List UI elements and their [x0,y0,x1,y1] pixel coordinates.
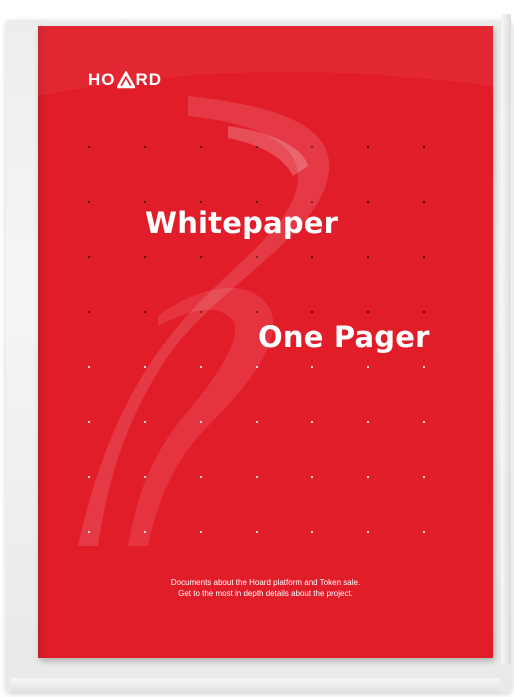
grid-dot [310,365,314,369]
logo-text-left: HO [88,70,116,89]
grid-dot [87,200,91,204]
description-line-1: Documents about the Hoard platform and T… [170,578,361,587]
grid-dot [199,200,203,204]
grid-dot [310,255,314,259]
grid-dot [143,530,147,534]
cover-description: Documents about the Hoard platform and T… [38,577,493,599]
grid-dot [87,365,91,369]
grid-dot [366,530,370,534]
description-line-2: Get to the most in depth details about t… [178,589,353,598]
grid-dot [366,145,370,149]
grid-dot [143,420,147,424]
grid-dot [310,530,314,534]
grid-dot [255,145,259,149]
grid-dot [255,310,259,314]
grid-dot [143,145,147,149]
grid-dot [255,365,259,369]
grid-dot [366,475,370,479]
grid-dot [199,365,203,369]
grid-dot [422,475,426,479]
grid-dot [255,255,259,259]
grid-dot [422,200,426,204]
grid-dot [422,420,426,424]
grid-dot [310,420,314,424]
grid-dot [422,255,426,259]
grid-dot [143,310,147,314]
whitepaper-booklet: HO RD Whitepaper One Pager Documents abo… [38,26,493,658]
cover-subtitle: One Pager [258,320,430,354]
grid-dot [422,310,426,314]
grid-dot [422,145,426,149]
grid-dot [87,530,91,534]
grid-dot [366,255,370,259]
cover-title: Whitepaper [145,206,339,240]
grid-dot [199,255,203,259]
grid-dot [366,200,370,204]
grid-dot [310,475,314,479]
grid-dot [310,200,314,204]
grid-dot [87,145,91,149]
grid-dot [199,310,203,314]
grid-dot [87,255,91,259]
grid-dot [143,200,147,204]
grid-dot [87,310,91,314]
grid-dot [199,145,203,149]
grid-dot [143,475,147,479]
grid-dot [255,420,259,424]
grid-dot [255,475,259,479]
grid-dot [199,530,203,534]
grid-dot [255,200,259,204]
grid-dot [87,420,91,424]
grid-dot [366,420,370,424]
grid-dot [143,255,147,259]
grid-dot [310,310,314,314]
grid-dot [199,420,203,424]
hoard-logo: HO RD [88,70,162,90]
triangle-a-icon [116,71,135,89]
grid-dot [422,530,426,534]
logo-text-right: RD [135,70,163,89]
grid-dot [143,365,147,369]
grid-dot [199,475,203,479]
grid-dot [310,145,314,149]
sleeve-edge-right [501,14,511,664]
grid-dot [422,365,426,369]
grid-dot [366,365,370,369]
grid-dot [87,475,91,479]
sleeve-edge-bottom [10,678,500,694]
grid-dot [255,530,259,534]
product-image: HO RD Whitepaper One Pager Documents abo… [0,0,514,697]
grid-dot [366,310,370,314]
